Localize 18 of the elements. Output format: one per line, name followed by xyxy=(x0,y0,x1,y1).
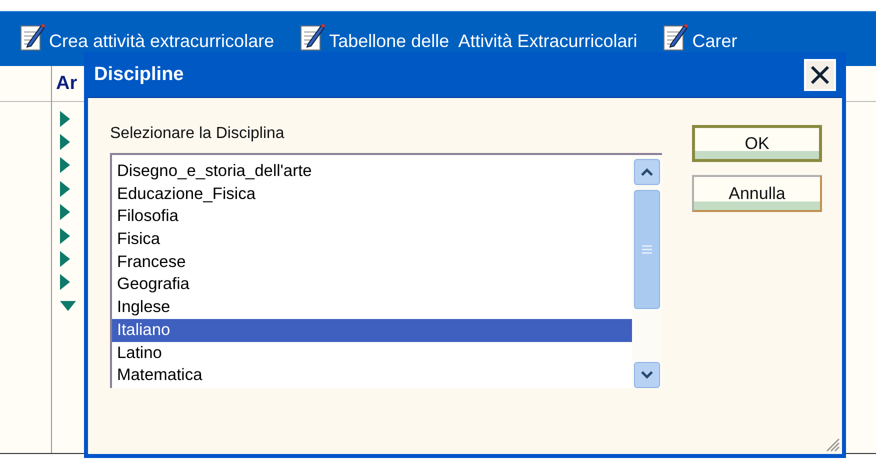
cancel-button[interactable]: Annulla xyxy=(692,175,822,212)
toolbar-link[interactable]: Carer xyxy=(692,31,738,52)
list-item[interactable]: Latino xyxy=(112,342,632,364)
list-item[interactable]: Disegno_e_storia_dell'arte xyxy=(112,160,632,183)
column-header: Ar xyxy=(56,72,78,94)
list-item[interactable]: Educazione_Fisica xyxy=(112,182,632,206)
list-item[interactable]: Matematica xyxy=(112,364,632,387)
toolbar-link[interactable]: Crea attività extracurricolare xyxy=(49,31,274,52)
list-item[interactable]: Inglese xyxy=(112,296,632,319)
toolbar-link[interactable]: Tabellone delle Attività Extracurricolari xyxy=(329,31,638,52)
ok-button[interactable]: OK xyxy=(692,125,822,162)
list-item[interactable]: Geografia xyxy=(112,273,632,296)
list-item[interactable]: Filosofia xyxy=(112,205,632,228)
list-item[interactable]: Italiano xyxy=(112,318,632,342)
dialog-title: Discipline xyxy=(94,64,184,86)
list-label: Selezionare la Disciplina xyxy=(110,125,284,143)
list-item[interactable]: Fisica xyxy=(112,228,632,251)
list-item[interactable]: Francese xyxy=(112,250,632,274)
